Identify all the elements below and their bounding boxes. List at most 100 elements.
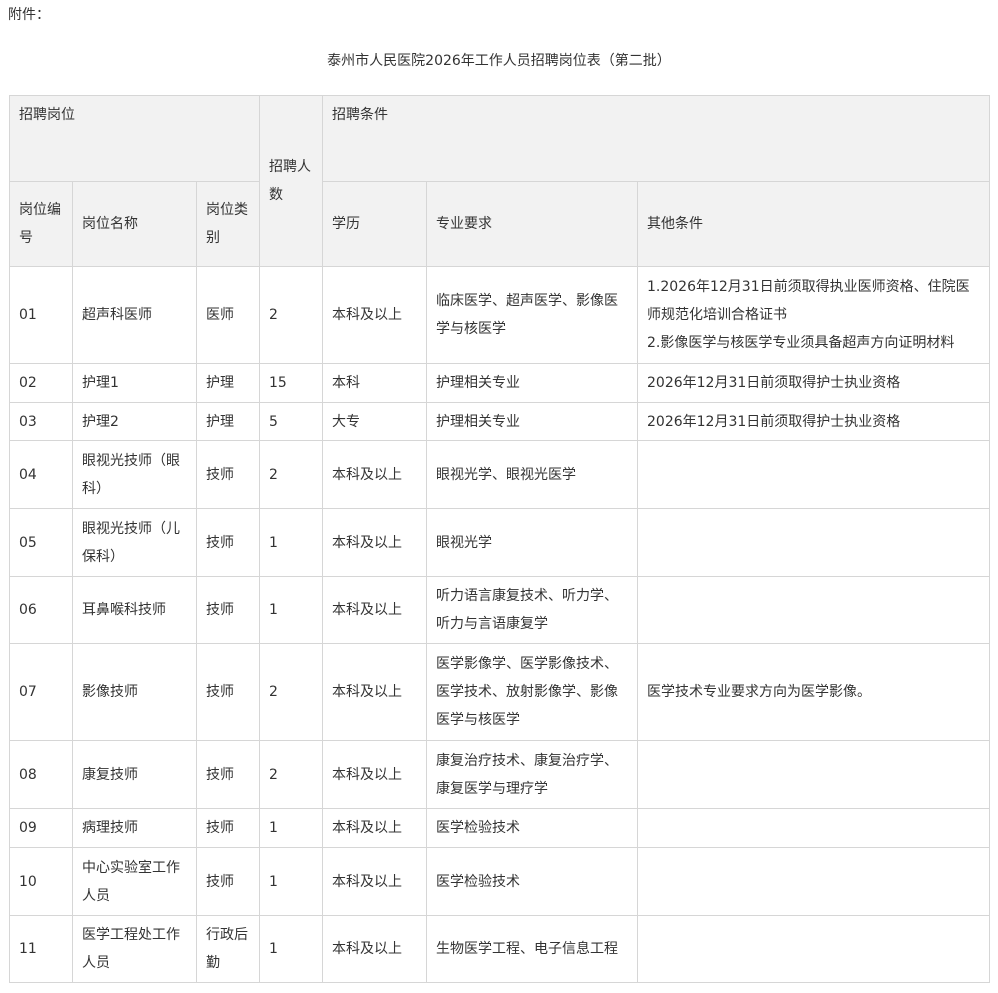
table-row: 08 康复技师 技师 2 本科及以上 康复治疗技术、康复治疗学、康复医学与理疗学 [9,740,990,809]
cell-count: 2 [259,643,323,741]
cell-other [637,740,990,809]
cell-education: 本科及以上 [322,508,427,577]
cell-education: 本科及以上 [322,915,427,983]
cell-other [637,847,990,916]
cell-code: 09 [9,808,73,848]
cell-other [637,508,990,577]
header-code: 岗位编号 [9,181,73,267]
cell-name: 护理1 [72,363,197,403]
cell-category: 护理 [196,402,260,441]
cell-other [637,808,990,848]
cell-count: 1 [259,915,323,983]
cell-major: 生物医学工程、电子信息工程 [426,915,638,983]
table-row: 06 耳鼻喉科技师 技师 1 本科及以上 听力语言康复技术、听力学、听力与言语康复学 [9,576,990,644]
cell-education: 本科及以上 [322,808,427,848]
cell-major: 医学检验技术 [426,808,638,848]
cell-count: 15 [259,363,323,403]
cell-name: 康复技师 [72,740,197,809]
cell-major: 康复治疗技术、康复治疗学、康复医学与理疗学 [426,740,638,809]
cell-code: 06 [9,576,73,644]
cell-name: 超声科医师 [72,266,197,364]
cell-count: 2 [259,740,323,809]
recruitment-table: 招聘岗位 招聘人数 招聘条件 岗位编号 岗位名称 岗位类别 学历 专业要求 其他… [9,95,990,983]
table-row: 09 病理技师 技师 1 本科及以上 医学检验技术 [9,808,990,848]
cell-count: 2 [259,266,323,364]
cell-code: 02 [9,363,73,403]
cell-name: 影像技师 [72,643,197,741]
cell-category: 技师 [196,808,260,848]
cell-category: 医师 [196,266,260,364]
header-group-conditions: 招聘条件 [322,95,990,182]
cell-other: 2026年12月31日前须取得护士执业资格 [637,363,990,403]
cell-count: 1 [259,808,323,848]
cell-other [637,440,990,509]
cell-category: 行政后勤 [196,915,260,983]
header-name: 岗位名称 [72,181,197,267]
cell-code: 03 [9,402,73,441]
cell-code: 04 [9,440,73,509]
cell-category: 技师 [196,643,260,741]
cell-other [637,576,990,644]
cell-name: 医学工程处工作人员 [72,915,197,983]
header-count: 招聘人数 [259,95,323,267]
header-category: 岗位类别 [196,181,260,267]
cell-name: 病理技师 [72,808,197,848]
cell-category: 技师 [196,440,260,509]
cell-major: 眼视光学 [426,508,638,577]
table-row: 03 护理2 护理 5 大专 护理相关专业 2026年12月31日前须取得护士执业资格 [9,402,990,441]
cell-category: 技师 [196,576,260,644]
table-row: 01 超声科医师 医师 2 本科及以上 临床医学、超声医学、影像医学与核医学 1.2026年… [9,266,990,364]
cell-education: 本科及以上 [322,266,427,364]
cell-other: 1.2026年12月31日前须取得执业医师资格、住院医师规范化培训合格证书 2.… [637,266,990,364]
cell-count: 1 [259,576,323,644]
cell-name: 护理2 [72,402,197,441]
cell-code: 08 [9,740,73,809]
cell-name: 眼视光技师（儿保科） [72,508,197,577]
cell-major: 护理相关专业 [426,402,638,441]
cell-count: 1 [259,847,323,916]
cell-name: 耳鼻喉科技师 [72,576,197,644]
cell-code: 01 [9,266,73,364]
cell-education: 本科及以上 [322,440,427,509]
table-row: 05 眼视光技师（儿保科） 技师 1 本科及以上 眼视光学 [9,508,990,577]
cell-education: 本科及以上 [322,847,427,916]
header-major: 专业要求 [426,181,638,267]
header-education: 学历 [322,181,427,267]
cell-name: 眼视光技师（眼科） [72,440,197,509]
cell-code: 05 [9,508,73,577]
cell-category: 技师 [196,847,260,916]
attachment-label: 附件： [8,7,50,23]
cell-major: 眼视光学、眼视光医学 [426,440,638,509]
cell-education: 本科及以上 [322,643,427,741]
cell-count: 5 [259,402,323,441]
cell-category: 护理 [196,363,260,403]
header-other: 其他条件 [637,181,990,267]
cell-count: 2 [259,440,323,509]
cell-other: 医学技术专业要求方向为医学影像。 [637,643,990,741]
cell-major: 护理相关专业 [426,363,638,403]
cell-education: 本科 [322,363,427,403]
table-row: 11 医学工程处工作人员 行政后勤 1 本科及以上 生物医学工程、电子信息工程 [9,915,990,983]
cell-count: 1 [259,508,323,577]
cell-other [637,915,990,983]
cell-major: 临床医学、超声医学、影像医学与核医学 [426,266,638,364]
cell-major: 医学影像学、医学影像技术、医学技术、放射影像学、影像医学与核医学 [426,643,638,741]
cell-category: 技师 [196,740,260,809]
cell-major: 医学检验技术 [426,847,638,916]
cell-major: 听力语言康复技术、听力学、听力与言语康复学 [426,576,638,644]
header-group-position: 招聘岗位 [9,95,260,182]
table-row: 04 眼视光技师（眼科） 技师 2 本科及以上 眼视光学、眼视光医学 [9,440,990,509]
cell-code: 10 [9,847,73,916]
cell-code: 11 [9,915,73,983]
table-row: 10 中心实验室工作人员 技师 1 本科及以上 医学检验技术 [9,847,990,916]
cell-category: 技师 [196,508,260,577]
cell-other: 2026年12月31日前须取得护士执业资格 [637,402,990,441]
cell-name: 中心实验室工作人员 [72,847,197,916]
table-row: 07 影像技师 技师 2 本科及以上 医学影像学、医学影像技术、医学技术、放射影像学、影像… [9,643,990,741]
cell-education: 大专 [322,402,427,441]
cell-education: 本科及以上 [322,740,427,809]
page-title: 泰州市人民医院2026年工作人员招聘岗位表（第二批） [327,53,671,69]
cell-education: 本科及以上 [322,576,427,644]
table-row: 02 护理1 护理 15 本科 护理相关专业 2026年12月31日前须取得护士执业资格 [9,363,990,403]
cell-code: 07 [9,643,73,741]
